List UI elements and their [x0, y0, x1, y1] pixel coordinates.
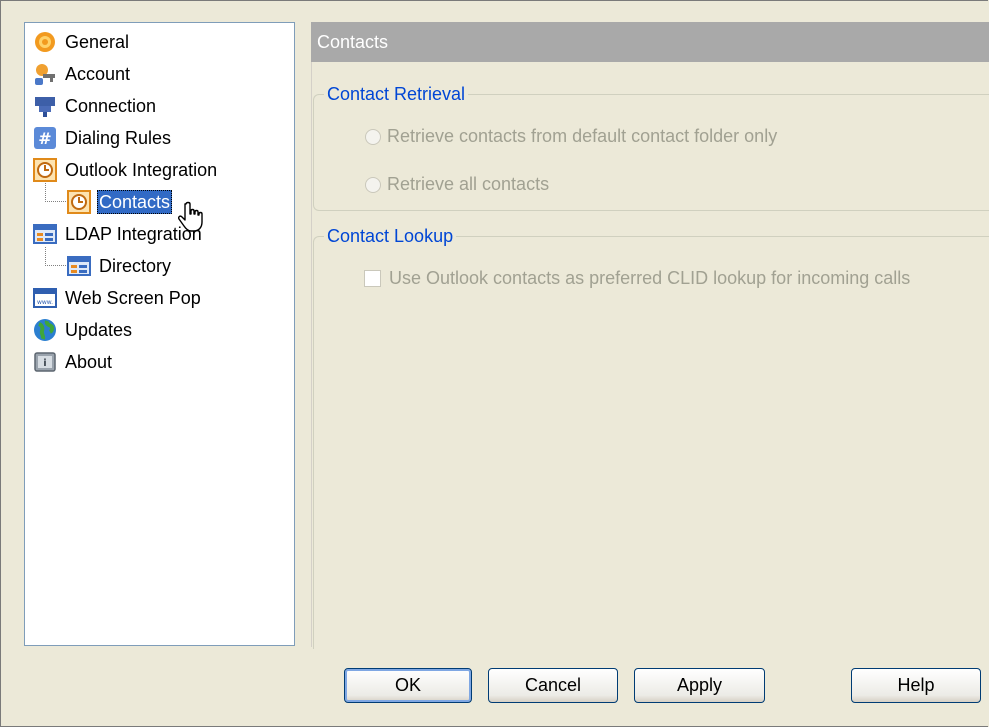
- clock-icon: [67, 190, 91, 214]
- radio-label: Retrieve all contacts: [387, 174, 550, 194]
- help-button[interactable]: Help: [851, 668, 981, 703]
- hash-icon: #: [33, 126, 57, 150]
- contact-lookup-group: [313, 236, 989, 649]
- tree-item-label: Contacts: [97, 190, 173, 214]
- checkbox-label: Use Outlook contacts as preferred CLID l…: [389, 268, 911, 288]
- tree-item-label: Connection: [65, 96, 157, 116]
- panel-header: Contacts: [311, 22, 989, 62]
- clid-lookup-option[interactable]: Use Outlook contacts as preferred CLID l…: [364, 268, 910, 289]
- apply-button[interactable]: Apply: [634, 668, 765, 703]
- tree-item-label: General: [65, 32, 130, 52]
- tree-item-label: Updates: [65, 320, 133, 340]
- svg-text:www.: www.: [37, 299, 53, 306]
- gear-icon: [33, 30, 57, 54]
- tree-item-contacts[interactable]: Contacts: [67, 188, 173, 216]
- radio-button[interactable]: [365, 176, 381, 193]
- contact-lookup-title: Contact Lookup: [324, 226, 457, 246]
- clock-icon: [33, 158, 57, 182]
- panel-title: Contacts: [317, 31, 389, 52]
- radio-all-contacts[interactable]: Retrieve all contacts: [365, 174, 549, 195]
- tree-item-label: Outlook Integration: [65, 160, 218, 180]
- globe-icon: [33, 318, 57, 342]
- radio-label: Retrieve contacts from default contact f…: [387, 126, 778, 146]
- tree-item-label: Dialing Rules: [65, 128, 172, 148]
- contact-retrieval-title: Contact Retrieval: [324, 84, 469, 104]
- plug-icon: [33, 94, 57, 118]
- tree-item-label: Account: [65, 64, 131, 84]
- directory-icon: [67, 254, 91, 278]
- tree-item-connection[interactable]: Connection: [33, 92, 158, 120]
- tree-item-account[interactable]: Account: [33, 60, 132, 88]
- tree-item-label: Web Screen Pop: [65, 288, 201, 308]
- svg-text:i: i: [43, 358, 46, 369]
- tree-item-dialing-rules[interactable]: # Dialing Rules: [33, 124, 173, 152]
- tree-connector: [45, 183, 66, 202]
- tree-item-general[interactable]: General: [33, 28, 131, 56]
- directory-icon: [33, 222, 57, 246]
- clid-lookup-checkbox[interactable]: [364, 270, 381, 287]
- tree-connector: [45, 247, 66, 266]
- tree-item-about[interactable]: i About: [33, 348, 114, 376]
- tree-item-web-screen-pop[interactable]: www. Web Screen Pop: [33, 284, 203, 312]
- tree-item-directory[interactable]: Directory: [67, 252, 173, 280]
- settings-tree[interactable]: General Account Connection # Dialing Rul…: [24, 22, 295, 646]
- panel-divider: [311, 62, 312, 647]
- radio-button[interactable]: [365, 128, 381, 145]
- tree-item-outlook-integration[interactable]: Outlook Integration: [33, 156, 219, 184]
- key-person-icon: [33, 62, 57, 86]
- cancel-button[interactable]: Cancel: [488, 668, 618, 703]
- svg-text:#: #: [38, 129, 51, 148]
- ok-button[interactable]: OK: [344, 668, 472, 703]
- web-window-icon: www.: [33, 286, 57, 310]
- about-icon: i: [33, 350, 57, 374]
- hand-cursor-icon: [178, 201, 206, 238]
- tree-item-label: Directory: [99, 256, 172, 276]
- radio-default-folder[interactable]: Retrieve contacts from default contact f…: [365, 126, 777, 147]
- tree-item-label: About: [65, 352, 113, 372]
- tree-item-updates[interactable]: Updates: [33, 316, 134, 344]
